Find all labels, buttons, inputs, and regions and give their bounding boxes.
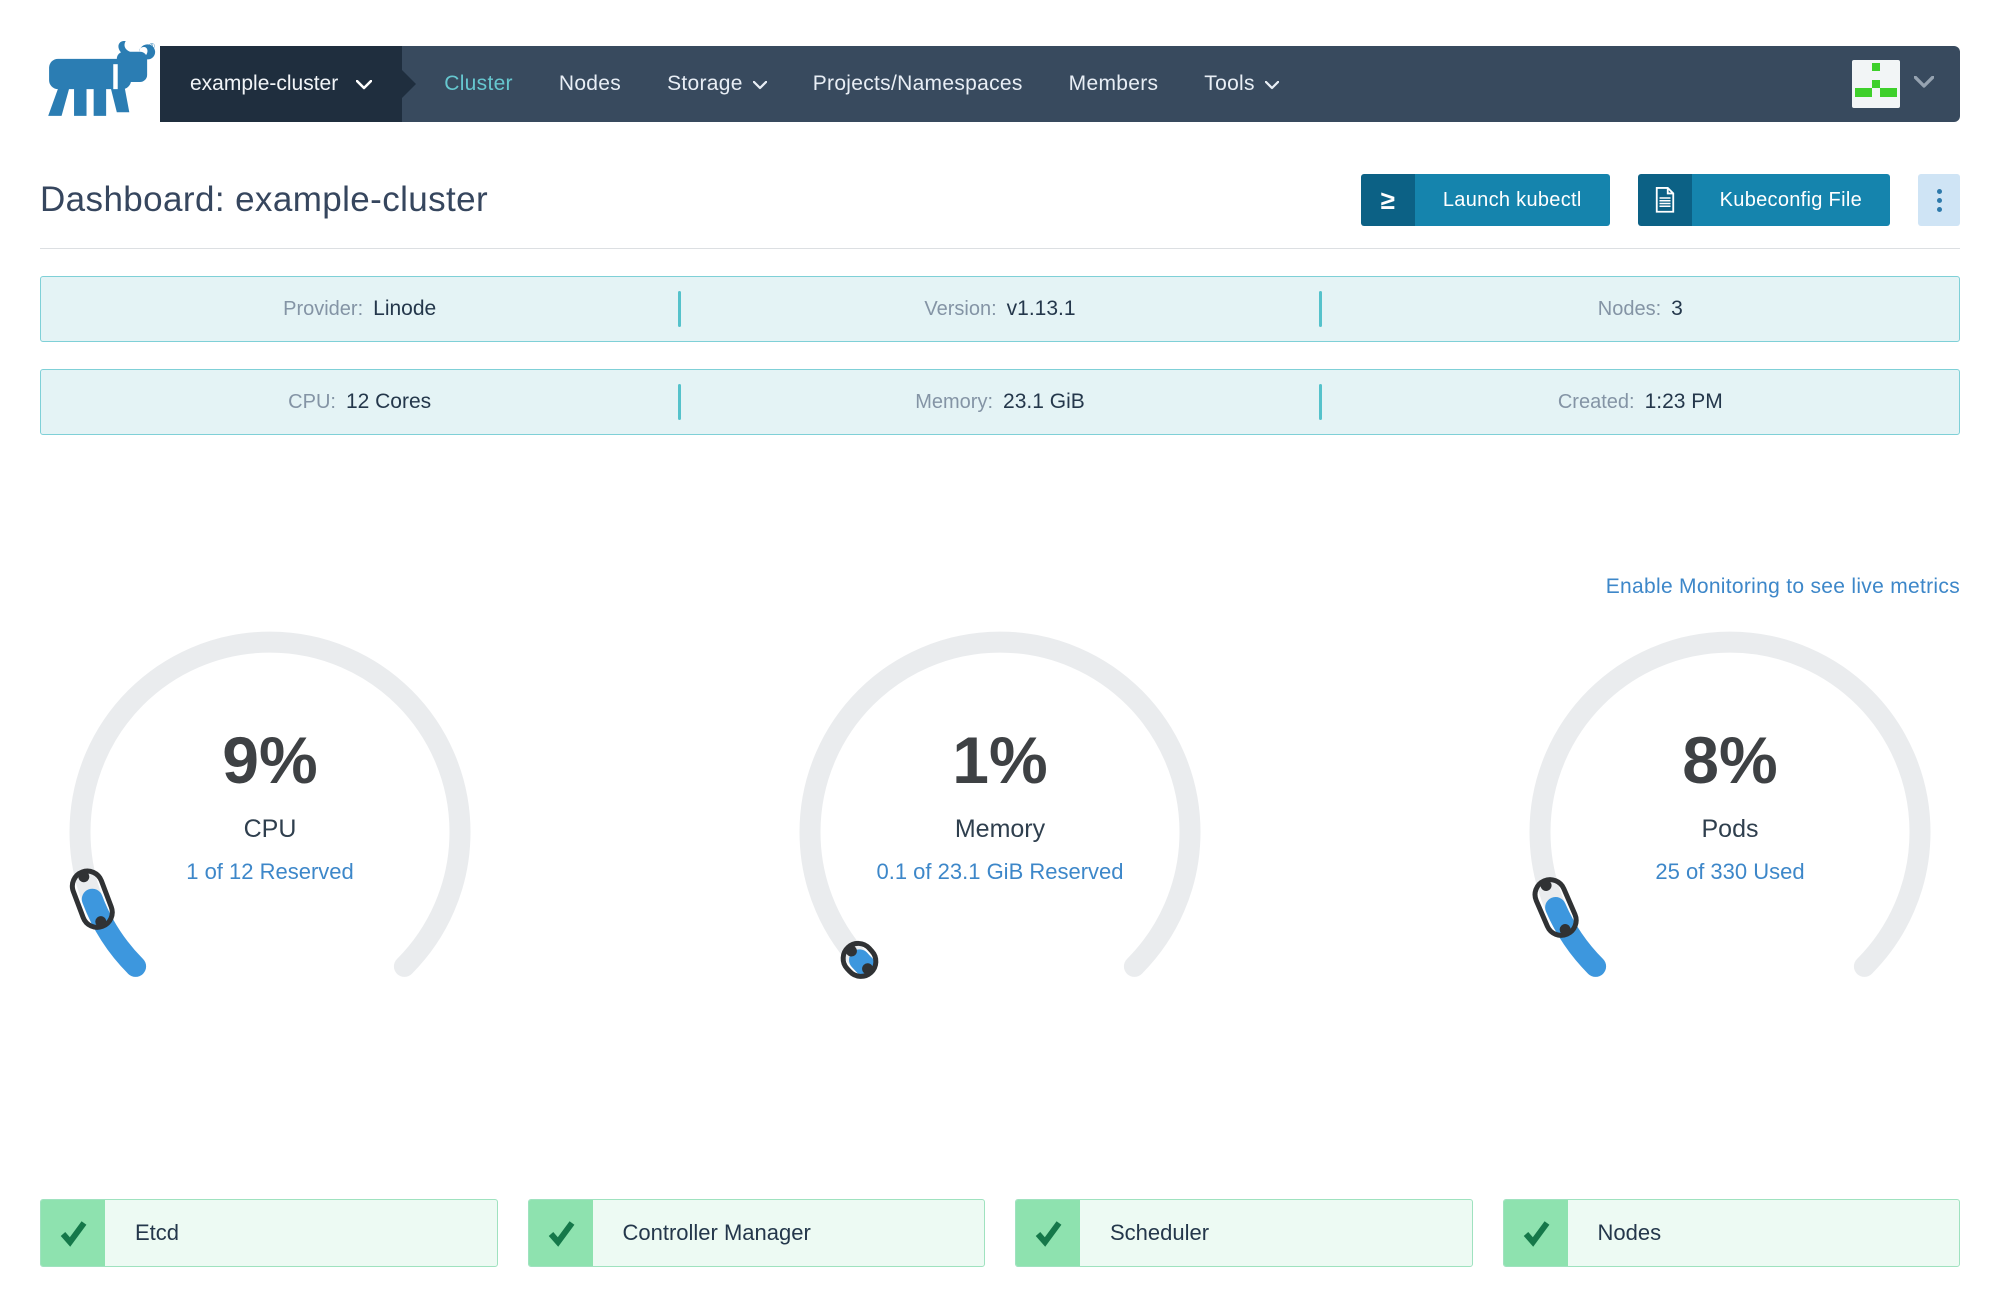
kebab-dot [1936, 197, 1942, 203]
gauge-text: 8% Pods 25 of 330 Used [1500, 617, 1960, 1077]
info-label: CPU: [288, 391, 336, 413]
nav-item-label: Nodes [558, 72, 622, 95]
user-menu-chevron-icon[interactable] [1913, 75, 1935, 93]
rancher-cow-icon: ® [40, 40, 158, 128]
cluster-picker[interactable]: example-cluster [160, 46, 403, 122]
info-nodes: Nodes: 3 [1322, 297, 1959, 321]
gauge-cpu: 9% CPU 1 of 12 Reserved [40, 617, 500, 1077]
file-icon [1637, 174, 1692, 226]
kubeconfig-file-label: Kubeconfig File [1691, 174, 1890, 226]
info-provider: Provider: Linode [41, 297, 678, 321]
info-value: v1.13.1 [1006, 297, 1076, 320]
rancher-logo[interactable]: ® [40, 40, 160, 122]
cluster-info-row-1: Provider: Linode Version: v1.13.1 Nodes:… [40, 276, 1960, 342]
gauge-caption: 1 of 12 Reserved [186, 859, 354, 884]
top-bar: ® example-cluster Cluster Nodes Storage [40, 40, 1960, 122]
launch-kubectl-button[interactable]: ≥ Launch kubectl [1360, 174, 1610, 226]
title-divider [40, 248, 1960, 249]
nav-item-label: Tools [1204, 72, 1255, 95]
info-label: Provider: [283, 298, 364, 320]
rancher-cluster-dashboard: ® example-cluster Cluster Nodes Storage [0, 40, 2000, 1295]
more-actions-button[interactable] [1918, 174, 1960, 226]
kebab-dot [1936, 206, 1942, 212]
gauge-percent: 8% [1682, 723, 1778, 797]
nav-item-label: Members [1068, 72, 1159, 95]
chevron-down-icon [752, 72, 767, 96]
check-icon [1503, 1200, 1568, 1266]
gauge-caption: 25 of 330 Used [1655, 859, 1805, 884]
kebab-dot [1936, 188, 1942, 194]
chevron-down-icon [355, 72, 373, 96]
info-version: Version: v1.13.1 [681, 297, 1318, 321]
check-icon [41, 1200, 105, 1266]
kubeconfig-file-button[interactable]: Kubeconfig File [1637, 174, 1890, 226]
status-controller-manager: Controller Manager [527, 1199, 985, 1267]
avatar-identicon [1855, 63, 1897, 105]
picker-notch [402, 70, 417, 98]
gauges-row: 9% CPU 1 of 12 Reserved 1% Memory 0.1 of… [40, 617, 1960, 1077]
status-nodes: Nodes [1502, 1199, 1960, 1267]
gauge-caption: 0.1 of 23.1 GiB Reserved [876, 859, 1124, 884]
status-label: Scheduler [1110, 1220, 1210, 1245]
nav-item-label: Projects/Namespaces [812, 72, 1023, 95]
status-label: Etcd [135, 1220, 180, 1245]
info-value: Linode [373, 297, 437, 320]
page-title: Dashboard: example-cluster [40, 180, 489, 219]
gauge-percent: 9% [222, 723, 318, 797]
info-value: 1:23 PM [1644, 390, 1723, 413]
check-icon [528, 1200, 593, 1266]
info-label: Version: [924, 298, 997, 320]
enable-monitoring-link[interactable]: Enable Monitoring to see live metrics [1606, 575, 1960, 598]
monitoring-link-row: Enable Monitoring to see live metrics [40, 575, 1960, 599]
gauge-text: 1% Memory 0.1 of 23.1 GiB Reserved [770, 617, 1230, 1077]
info-value: 23.1 GiB [1003, 390, 1085, 413]
nav-item-label: Storage [667, 72, 743, 95]
nav-item-projects-namespaces[interactable]: Projects/Namespaces [813, 72, 1023, 96]
status-etcd: Etcd [40, 1199, 498, 1267]
svg-text:®: ® [149, 42, 155, 51]
cluster-info-row-2: CPU: 12 Cores Memory: 23.1 GiB Created: … [40, 369, 1960, 435]
header-actions: ≥ Launch kubectl Kubeconfig File [1360, 174, 1960, 226]
gauge-title: CPU [243, 815, 297, 843]
main-navbar: example-cluster Cluster Nodes Storage Pr… [160, 46, 1960, 122]
launch-kubectl-label: Launch kubectl [1414, 174, 1610, 226]
avatar[interactable] [1852, 60, 1900, 108]
terminal-icon: ≥ [1360, 174, 1415, 226]
gauge-pods: 8% Pods 25 of 330 Used [1500, 617, 1960, 1077]
gauge-percent: 1% [952, 723, 1048, 797]
info-label: Memory: [915, 391, 994, 413]
nav-item-nodes[interactable]: Nodes [559, 72, 621, 96]
info-memory: Memory: 23.1 GiB [681, 390, 1318, 414]
info-label: Created: [1557, 391, 1635, 413]
info-cpu: CPU: 12 Cores [41, 390, 678, 414]
chevron-down-icon [1264, 72, 1280, 96]
nav-item-cluster[interactable]: Cluster [444, 72, 513, 96]
nav-item-label: Cluster [444, 72, 513, 95]
info-created: Created: 1:23 PM [1322, 390, 1959, 414]
info-label: Nodes: [1597, 298, 1662, 320]
gauge-text: 9% CPU 1 of 12 Reserved [40, 617, 500, 1077]
status-label: Nodes [1597, 1220, 1662, 1245]
gauge-title: Memory [954, 815, 1046, 843]
gauge-title: Pods [1701, 815, 1759, 843]
status-label: Controller Manager [622, 1220, 811, 1245]
nav-item-storage[interactable]: Storage [667, 72, 767, 96]
info-value: 12 Cores [345, 390, 432, 413]
title-row: Dashboard: example-cluster ≥ Launch kube… [40, 174, 1960, 226]
nav-item-tools[interactable]: Tools [1204, 72, 1280, 96]
component-status-row: Etcd Controller Manager Scheduler Nodes [40, 1199, 1960, 1267]
gauge-memory: 1% Memory 0.1 of 23.1 GiB Reserved [770, 617, 1230, 1077]
cluster-picker-label: example-cluster [190, 72, 339, 95]
info-value: 3 [1671, 297, 1683, 320]
nav-item-members[interactable]: Members [1069, 72, 1159, 96]
status-scheduler: Scheduler [1015, 1199, 1473, 1267]
check-icon [1016, 1200, 1080, 1266]
